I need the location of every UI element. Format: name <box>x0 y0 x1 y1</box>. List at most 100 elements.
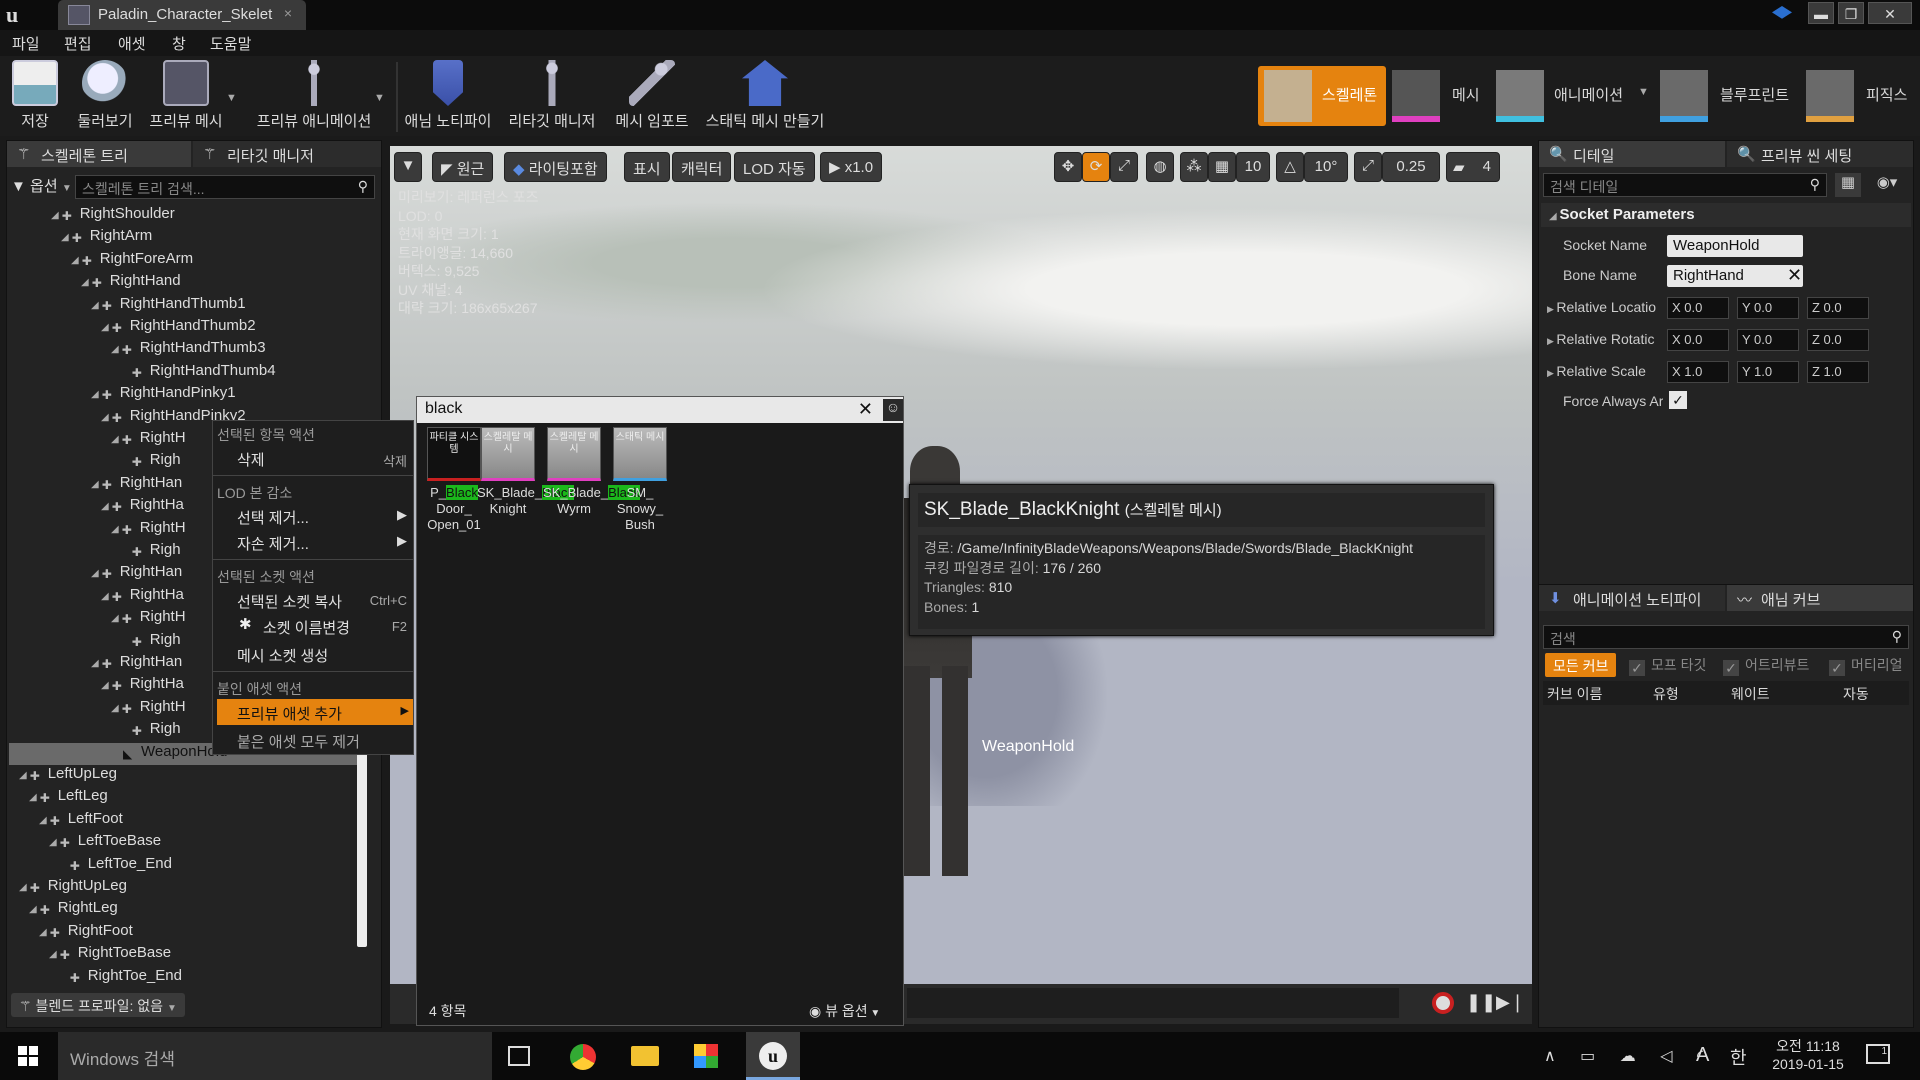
bone-row[interactable]: ◢ ✚ RightShoulder <box>51 205 175 227</box>
notification-center-icon[interactable]: 1 <box>1866 1044 1890 1064</box>
visibility-eye-icon[interactable]: ◉▾ <box>1867 173 1907 197</box>
surface-snap-icon[interactable]: ⁂ <box>1180 152 1208 182</box>
menu-file[interactable]: 파일 <box>12 33 40 54</box>
bone-row[interactable]: ◢ ✚ LeftLeg <box>29 787 108 809</box>
expand-icon[interactable]: ◢ <box>51 210 59 221</box>
expand-icon[interactable]: ◢ <box>101 412 109 423</box>
bone-row[interactable]: ◢ ✚ RightH <box>111 519 186 541</box>
bone-row[interactable]: ◢ ✚ LeftToeBase <box>49 832 161 854</box>
ctx-remove-selection[interactable]: 선택 제거... <box>237 507 309 528</box>
bone-row[interactable]: ◢ ✚ RightHandThumb2 <box>101 317 256 339</box>
grid-value[interactable]: 10 <box>1236 152 1270 182</box>
ctx-delete[interactable]: 삭제 <box>237 449 265 470</box>
asset-search-input[interactable]: black ✕ <box>417 397 903 423</box>
filter-attribute[interactable]: ✓ 어트리뷰트 <box>1723 655 1809 676</box>
store-icon[interactable] <box>694 1044 718 1068</box>
tab-retarget-manager[interactable]: ⚚ 리타깃 매니저 <box>193 141 381 167</box>
bone-row[interactable]: ◢ ✚ RightToeBase <box>49 944 171 966</box>
loc-x-field[interactable]: X 0.0 <box>1667 297 1729 319</box>
rot-y-field[interactable]: Y 0.0 <box>1737 329 1799 351</box>
bone-row[interactable]: ◢✚Righ <box>121 631 181 653</box>
bone-row[interactable]: ◢ ✚ RightH <box>111 429 186 451</box>
preview-mesh-dropdown-icon[interactable]: ▼ <box>226 92 237 104</box>
windows-search-box[interactable]: Windows 검색 <box>58 1032 492 1080</box>
bone-row[interactable]: ◢✚LeftToe_End <box>59 855 172 877</box>
system-tray-icons[interactable]: ∧ ▭ ☁ ◁ ◜ <box>1544 1046 1713 1066</box>
expand-icon[interactable]: ◢ <box>101 591 109 602</box>
bone-row[interactable]: ◢ ✚ RightHan <box>91 563 182 585</box>
bone-row[interactable]: ◢ ✚ RightHa <box>101 586 184 608</box>
asset-tile[interactable]: 파티클 시스템 P_Black Door_ Open_01 <box>423 427 485 533</box>
expand-icon[interactable]: ◢ <box>111 344 119 355</box>
browse-button[interactable]: 둘러보기 <box>72 60 138 134</box>
minimize-button[interactable]: ▬ <box>1808 2 1834 24</box>
expand-icon[interactable]: ◢ <box>29 792 37 803</box>
force-always-checkbox[interactable]: ✓ <box>1669 391 1687 409</box>
bone-row[interactable]: ◢ ✚ RightH <box>111 608 186 630</box>
expand-icon[interactable]: ◢ <box>91 658 99 669</box>
close-button[interactable]: ✕ <box>1868 2 1912 24</box>
restore-button[interactable]: ❐ <box>1838 2 1864 24</box>
bone-row[interactable]: ◢ ✚ RightHan <box>91 474 182 496</box>
translate-tool-icon[interactable]: ✥ <box>1054 152 1082 182</box>
expand-icon[interactable]: ◢ <box>111 524 119 535</box>
anim-notify-button[interactable]: 애님 노티파이 <box>402 60 494 134</box>
bone-row[interactable]: ◢ ✚ RightHand <box>81 272 181 294</box>
details-search-input[interactable]: 검색 디테일 ⚲ <box>1543 173 1827 197</box>
mode-blueprint[interactable]: 블루프린트 <box>1660 66 1800 126</box>
bone-row[interactable]: ◢✚Righ <box>121 451 181 473</box>
bone-row[interactable]: ◢ ✚ RightHa <box>101 675 184 697</box>
ctx-remove-children[interactable]: 자손 제거... <box>237 533 309 554</box>
grid-snap-icon[interactable]: ▦ <box>1208 152 1236 182</box>
unreal-taskbar-button[interactable]: u <box>746 1032 800 1080</box>
col-curve-name[interactable]: 커브 이름 <box>1547 684 1602 704</box>
bone-row[interactable]: ◢ ✚ RightHan <box>91 653 182 675</box>
rot-x-field[interactable]: X 0.0 <box>1667 329 1729 351</box>
expand-icon[interactable]: ◢ <box>91 300 99 311</box>
lighting-button[interactable]: ◆ 라이팅포함 <box>504 152 607 182</box>
make-static-mesh-button[interactable]: 스태틱 메시 만들기 <box>702 60 828 134</box>
bone-row[interactable]: ◢ ✚ RightHa <box>101 496 184 518</box>
file-explorer-icon[interactable] <box>631 1046 659 1066</box>
bone-row[interactable]: ◢ ✚ RightHandPinky1 <box>91 384 236 406</box>
world-local-icon[interactable]: ◍ <box>1146 152 1174 182</box>
scale-y-field[interactable]: Y 1.0 <box>1737 361 1799 383</box>
menu-edit[interactable]: 편집 <box>64 33 92 54</box>
asset-tile[interactable]: 스켈레탈 메시 SK_Blade_Black Wyrm <box>543 427 640 517</box>
bone-row[interactable]: ◢ ✚ LeftFoot <box>39 810 123 832</box>
mode-skeleton[interactable]: 스켈레톤 <box>1258 66 1386 126</box>
windows-start-icon[interactable] <box>18 1046 38 1066</box>
col-type[interactable]: 유형 <box>1653 684 1679 704</box>
animation-dropdown-icon[interactable]: ▼ <box>1638 86 1649 98</box>
expand-icon[interactable]: ◢ <box>81 277 89 288</box>
learn-icon[interactable] <box>1772 6 1792 19</box>
expand-icon[interactable]: ◢ <box>49 949 57 960</box>
menu-help[interactable]: 도움말 <box>210 33 251 54</box>
scale-z-field[interactable]: Z 1.0 <box>1807 361 1869 383</box>
options-dropdown[interactable]: ▼ 옵션 ▼ <box>11 175 72 196</box>
expand-icon[interactable]: ◢ <box>91 568 99 579</box>
blend-profile-dropdown[interactable]: ⚚ 블렌드 프로파일: 없음 ▼ <box>11 993 185 1017</box>
mode-mesh[interactable]: 메시 <box>1392 66 1488 126</box>
expand-icon[interactable]: ◢ <box>61 232 69 243</box>
expand-icon[interactable]: ◢ <box>39 927 47 938</box>
tab-close-icon[interactable]: × <box>284 5 292 21</box>
scale-x-field[interactable]: X 1.0 <box>1667 361 1729 383</box>
step-forward-button[interactable]: ▶❘ <box>1496 992 1525 1013</box>
expand-icon[interactable]: ◢ <box>111 613 119 624</box>
expand-icon[interactable]: ◢ <box>19 770 27 781</box>
bone-row[interactable]: ◢ ✚ RightHandThumb1 <box>91 295 246 317</box>
ctx-rename-socket[interactable]: 소켓 이름변경 <box>263 617 350 638</box>
rot-z-field[interactable]: Z 0.0 <box>1807 329 1869 351</box>
record-button[interactable] <box>1432 992 1454 1014</box>
bone-row[interactable]: ◢ ✚ RightArm <box>61 227 152 249</box>
retarget-manager-button[interactable]: 리타깃 매니저 <box>506 60 598 134</box>
chrome-icon[interactable] <box>570 1044 596 1070</box>
expand-icon[interactable]: ◢ <box>101 322 109 333</box>
angle-snap-icon[interactable]: △ <box>1276 152 1304 182</box>
asset-tile[interactable]: 스태틱 메시 SM_ Snowy_ Bush <box>609 427 671 533</box>
bone-row[interactable]: ◢ ✚ LeftUpLeg <box>19 765 117 787</box>
tab-anim-notify[interactable]: ⬇ 애니메이션 노티파이 <box>1539 585 1725 611</box>
tab-skeleton-tree[interactable]: ⚚ 스켈레톤 트리 <box>7 141 191 167</box>
expand-icon[interactable]: ◢ <box>101 680 109 691</box>
